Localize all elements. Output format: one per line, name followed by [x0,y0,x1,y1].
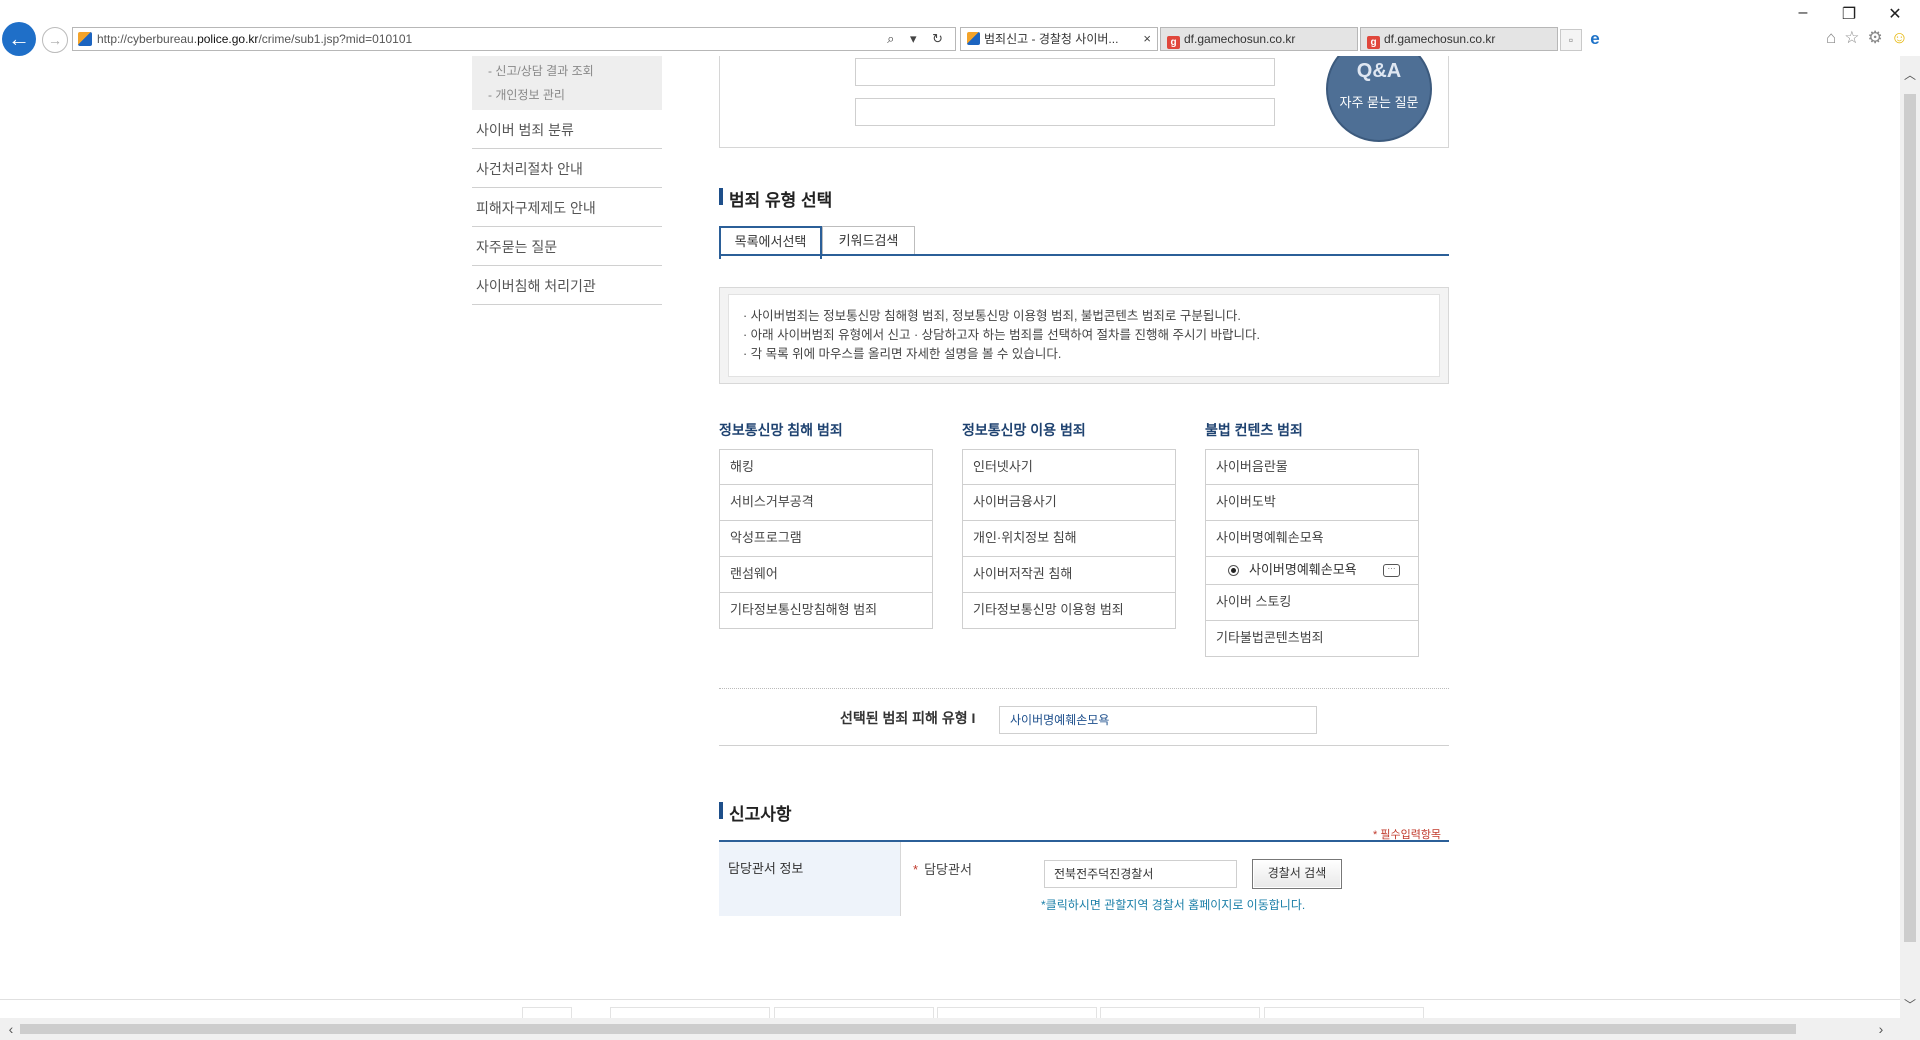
defamation-radio-label: 사이버명예훼손모욕 [1249,562,1357,577]
category-item-hacking[interactable]: 해킹 [719,449,933,485]
footer-banner[interactable] [774,1007,934,1018]
form-row-header: 담당관서 정보 [719,842,901,916]
vertical-scroll-thumb[interactable] [1904,94,1916,942]
category-item-other-usage[interactable]: 기타정보통신망 이용형 범죄 [962,593,1176,629]
category-item-defamation[interactable]: 사이버명예훼손모욕 [1205,521,1419,557]
scroll-left-icon[interactable]: ‹ [2,1018,20,1040]
required-mark: * [913,862,919,877]
category-item-gambling[interactable]: 사이버도박 [1205,485,1419,521]
divider [719,745,1449,746]
category-heading-usage: 정보통신망 이용 범죄 [962,422,1086,438]
category-item-stalking[interactable]: 사이버 스토킹 [1205,585,1419,621]
horizontal-scrollbar[interactable]: ‹ › [0,1018,1900,1040]
restore-button[interactable]: ❐ [1834,4,1864,24]
new-tab-button[interactable]: ▫ [1560,29,1582,51]
crime-type-title: 범죄 유형 선택 [719,186,832,211]
browser-chrome: ← → http://cyberbureau.police.go.kr/crim… [0,0,1920,56]
minimize-button[interactable]: – [1788,4,1818,22]
footer-banner[interactable] [1100,1007,1260,1018]
sidebar-item-classification[interactable]: 사이버 범죄 분류 [472,111,662,149]
gamechosun-favicon-icon: g [1367,36,1380,49]
feedback-smiley-icon[interactable]: ☺ [1891,28,1916,47]
category-list-usage: 인터넷사기 사이버금융사기 개인·위치정보 침해 사이버저작권 침해 기타정보통… [962,449,1176,629]
category-item-ransomware[interactable]: 랜섬웨어 [719,557,933,593]
top-input-2[interactable] [855,98,1275,126]
notice-box: · 사이버범죄는 정보통신망 침해형 범죄, 정보통신망 이용형 범죄, 불법콘… [719,287,1449,384]
police-favicon-icon [967,32,980,45]
category-item-malware[interactable]: 악성프로그램 [719,521,933,557]
gamechosun-favicon-icon: g [1167,36,1180,49]
notice-line: · 사이버범죄는 정보통신망 침해형 범죄, 정보통신망 이용형 범죄, 불법콘… [743,309,1241,323]
forward-arrow-icon[interactable]: → [42,27,68,53]
divider [719,688,1449,689]
faq-badge-label: 자주 묻는 질문 [1339,95,1419,110]
selected-type-label: 선택된 범죄 피해 유형 I [840,710,976,726]
scrollbar-corner [1900,1018,1920,1040]
favorites-star-icon[interactable]: ☆ [1844,28,1867,47]
form-row-label: 담당관서 정보 [728,861,804,876]
footer-banner[interactable] [610,1007,770,1018]
category-heading-intrusion: 정보통신망 침해 범죄 [719,422,843,438]
category-item-other-intrusion[interactable]: 기타정보통신망침해형 범죄 [719,593,933,629]
tab-police[interactable]: 범죄신고 - 경찰청 사이버... × [960,27,1158,51]
vertical-scrollbar[interactable]: ︿ ﹀ [1900,56,1920,1018]
category-item-privacy-violation[interactable]: 개인·위치정보 침해 [962,521,1176,557]
category-heading-illegal-content: 불법 컨텐츠 범죄 [1205,422,1303,438]
browser-toolbar: ⌂☆⚙☺ [1826,28,1916,48]
scroll-right-icon[interactable]: › [1872,1018,1890,1040]
top-input-1[interactable] [855,58,1275,86]
tab-underline [719,254,1449,256]
ie-logo-icon[interactable]: e [1586,30,1604,48]
category-item-dos[interactable]: 서비스거부공격 [719,485,933,521]
footer-banner[interactable] [937,1007,1097,1018]
notice-line: · 각 목록 위에 마우스를 올리면 자세한 설명을 볼 수 있습니다. [743,347,1062,361]
footer-select[interactable] [522,1007,572,1018]
category-item-obscene[interactable]: 사이버음란물 [1205,449,1419,485]
address-url[interactable]: http://cyberbureau.police.go.kr/crime/su… [97,28,412,50]
police-homepage-link[interactable]: *클릭하시면 관할지역 경찰서 홈페이지로 이동합니다. [1041,896,1305,913]
sidebar-item-faq[interactable]: 자주묻는 질문 [472,228,662,266]
category-item-internet-fraud[interactable]: 인터넷사기 [962,449,1176,485]
scroll-down-icon[interactable]: ﹀ [1900,996,1920,1014]
address-bar[interactable]: http://cyberbureau.police.go.kr/crime/su… [72,27,956,51]
category-list-intrusion: 해킹 서비스거부공격 악성프로그램 랜섬웨어 기타정보통신망침해형 범죄 [719,449,933,629]
category-item-copyright[interactable]: 사이버저작권 침해 [962,557,1176,593]
sidebar-item-procedure[interactable]: 사건처리절차 안내 [472,150,662,188]
tab-gamechosun-2[interactable]: g df.gamechosun.co.kr [1360,27,1558,51]
sidebar-item-agencies[interactable]: 사이버침해 처리기관 [472,267,662,305]
sidebar-item-victim-relief[interactable]: 피해자구제제도 안내 [472,189,662,227]
speech-bubble-icon[interactable]: ··· [1383,564,1400,577]
close-tab-icon[interactable]: × [1143,28,1151,50]
scroll-up-icon[interactable]: ︿ [1900,66,1920,84]
police-station-input[interactable]: 전북전주덕진경찰서 [1044,860,1237,888]
site-favicon-icon [78,32,92,46]
close-window-button[interactable]: ✕ [1880,4,1910,24]
radio-selected-icon[interactable] [1228,565,1239,576]
horizontal-scroll-thumb[interactable] [20,1024,1796,1034]
faq-badge-title: Q&A [1356,60,1402,82]
settings-gear-icon[interactable]: ⚙ [1868,28,1891,47]
police-station-label: * 담당관서 [913,862,972,877]
tab-gamechosun-1[interactable]: g df.gamechosun.co.kr [1160,27,1358,51]
category-item-other-illegal[interactable]: 기타불법콘텐츠범죄 [1205,621,1419,657]
home-icon[interactable]: ⌂ [1826,28,1844,47]
police-search-button[interactable]: 경찰서 검색 [1252,859,1342,889]
report-title: 신고사항 [719,800,792,825]
selected-type-field: 사이버명예훼손모욕 [999,706,1317,734]
back-arrow-icon[interactable]: ← [2,22,36,56]
category-item-financial-fraud[interactable]: 사이버금융사기 [962,485,1176,521]
sidebar-subitem-result[interactable]: - 신고/상담 결과 조회 [488,62,594,79]
sidebar-subitem-privacy[interactable]: - 개인정보 관리 [488,86,565,103]
sidebar-submenu: - 신고/상담 결과 조회 - 개인정보 관리 [472,56,662,110]
page-content: - 신고/상담 결과 조회 - 개인정보 관리 사이버 범죄 분류 사건처리절차… [0,56,1900,1018]
defamation-radio-option[interactable]: 사이버명예훼손모욕 ··· [1205,557,1419,585]
notice-line: · 아래 사이버범죄 유형에서 신고 · 상담하고자 하는 범죄를 선택하여 절… [743,328,1260,342]
footer-divider [0,999,1900,1000]
footer-banner[interactable] [1264,1007,1424,1018]
category-list-illegal-content: 사이버음란물 사이버도박 사이버명예훼손모욕 사이버명예훼손모욕 ··· 사이버… [1205,449,1419,657]
address-tools-icons[interactable]: ⌕ ▾ ↻ [887,28,949,50]
tab-keyword-search[interactable]: 키워드검색 [822,226,915,256]
